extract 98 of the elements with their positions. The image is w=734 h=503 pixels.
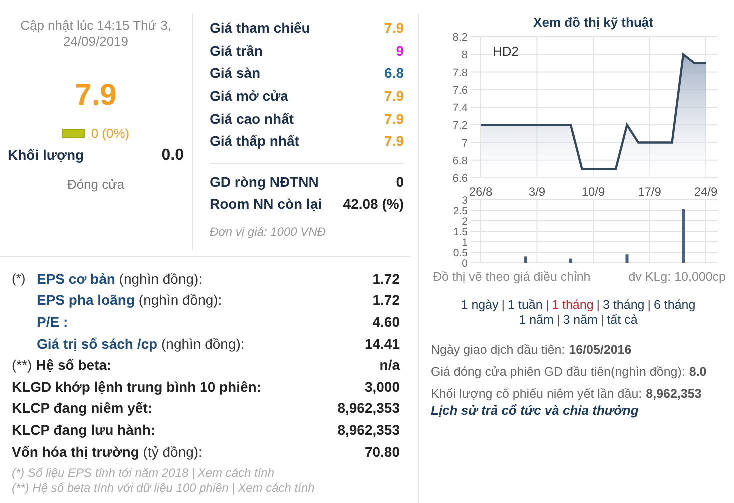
tick-label: 6.6 — [452, 173, 468, 185]
tick-label: 7.6 — [452, 84, 468, 97]
unchanged-icon — [62, 129, 86, 138]
volume-value: 0.0 — [162, 147, 184, 165]
current-price: 7.9 — [75, 79, 117, 113]
price-label: Giá mở cửa — [210, 88, 288, 104]
market-status: Đóng cửa — [67, 177, 125, 192]
stat-label: Vốn hóa thị trường (tỷ đồng): — [12, 444, 204, 460]
price-label: Giá sàn — [210, 65, 261, 82]
stat-label: KLCP đang niêm yết: — [12, 400, 154, 416]
separator: | — [502, 298, 506, 313]
range-link[interactable]: tất cả — [607, 313, 638, 328]
chart-title[interactable]: Xem đồ thị kỹ thuật — [423, 15, 734, 30]
separator: | — [546, 298, 550, 313]
tick-label: 0 — [462, 258, 468, 268]
tick-label: 3/9 — [528, 185, 546, 199]
price-value: 7.9 — [384, 20, 404, 36]
tick-label: 3 — [462, 195, 468, 207]
tick-label: 17/9 — [638, 185, 662, 199]
tick-label: 1.5 — [453, 226, 468, 238]
foreign-value: 42.08 (%) — [343, 196, 404, 212]
tick-label: 6.8 — [452, 155, 468, 168]
price-value: 6.8 — [384, 65, 404, 82]
foreign-label: GD ròng NĐTNN — [210, 174, 319, 190]
stat-value: n/a — [380, 357, 400, 374]
tick-label: 7.2 — [452, 120, 468, 132]
listing-value: 8,962,353 — [646, 387, 702, 401]
stat-value: 70.80 — [364, 444, 400, 460]
stat-label: EPS cơ bản (nghìn đồng): — [37, 270, 204, 287]
separator: | — [596, 298, 600, 313]
volume-bar — [570, 258, 572, 263]
range-link[interactable]: 1 năm — [519, 313, 554, 328]
stat-value: 8,962,353 — [338, 422, 400, 438]
tick-label: 7.4 — [452, 102, 468, 114]
volume-unit: đv KLg: 10,000cp — [628, 270, 726, 284]
range-link[interactable]: 1 ngày — [461, 298, 499, 313]
foreign-value: 0 — [396, 174, 404, 190]
footnote-mark: (**) — [12, 357, 32, 374]
tick-label: 1 — [462, 237, 468, 249]
stat-label: KLCP đang lưu hành: — [12, 422, 157, 438]
price-value: 7.9 — [384, 110, 404, 127]
range-link[interactable]: 6 tháng — [654, 298, 696, 313]
range-link[interactable]: 3 năm — [563, 313, 598, 328]
price-value: 7.9 — [384, 88, 404, 104]
volume-label: Khối lượng — [8, 147, 84, 165]
price-label: Giá trần — [210, 42, 263, 59]
tick-label: 7 — [462, 138, 468, 150]
range-link[interactable]: 1 tháng — [552, 298, 594, 313]
price-value: 9 — [396, 42, 404, 59]
listing-value: 8.0 — [689, 365, 707, 379]
listing-label: Giá đóng cửa phiên GD đầu tiên(nghìn đồng): — [431, 365, 686, 379]
volume-bar — [524, 256, 528, 263]
range-link[interactable]: 3 tháng — [603, 298, 645, 313]
footnote: (**) Hệ số beta tính với dữ liệu 100 phiên — [12, 481, 229, 496]
stat-value: 14.41 — [364, 336, 400, 352]
stat-label: Giá trị sổ sách /cp (nghìn đồng): — [37, 336, 246, 352]
stat-value: 8,962,353 — [338, 400, 400, 416]
tick-label: 0.5 — [453, 248, 468, 260]
price-label: Giá cao nhất — [210, 110, 294, 127]
tick-label: 7.8 — [452, 67, 468, 80]
footnote-mark: (*) — [12, 271, 27, 286]
stat-value: 4.60 — [372, 314, 400, 330]
price-label: Giá tham chiếu — [210, 20, 310, 36]
symbol-label: HD2 — [493, 44, 520, 59]
tick-label: 24/9 — [694, 185, 718, 199]
chart-note: Đồ thị vẽ theo giá điều chỉnh — [433, 270, 591, 284]
tick-label: 8 — [462, 50, 468, 62]
volume-bar — [626, 254, 629, 263]
price-value: 7.9 — [384, 133, 404, 150]
listing-value: 16/05/2016 — [569, 343, 632, 357]
tick-label: 8.2 — [452, 32, 468, 44]
update-time: Cập nhật lúc 14:15 Thứ 3, 24/09/2019 — [20, 18, 172, 50]
tick-label: 2 — [462, 216, 468, 228]
dividend-history-link[interactable]: Lịch sử trả cổ tức và chia thưởng — [431, 403, 734, 418]
stat-label: P/E : — [37, 314, 70, 330]
stat-value: 1.72 — [372, 270, 400, 287]
foreign-label: Room NN còn lại — [210, 196, 322, 212]
separator: | — [648, 298, 651, 313]
separator: | — [600, 313, 604, 328]
price-label: Giá thấp nhất — [210, 133, 300, 150]
separator: | — [192, 466, 195, 482]
unit-note: Đơn vị giá: 1000 VNĐ — [210, 224, 327, 239]
separator: | — [556, 313, 560, 328]
tick-label: 26/8 — [469, 185, 493, 199]
stat-label: KLGD khớp lệnh trung bình 10 phiên: — [12, 378, 262, 395]
stat-label: Hệ số beta: — [36, 357, 113, 374]
footnote: (*) Số liệu EPS tính tới năm 2018 — [12, 466, 189, 482]
stat-value: 1.72 — [372, 292, 400, 308]
tick-label: 2.5 — [453, 206, 468, 218]
volume-bar — [682, 209, 685, 263]
listing-label: Khối lượng cổ phiếu niêm yết lần đầu: — [431, 387, 642, 401]
stat-value: 3,000 — [364, 378, 400, 395]
range-link[interactable]: 1 tuần — [508, 298, 543, 313]
stat-label: EPS pha loãng (nghìn đồng): — [37, 292, 224, 308]
separator: | — [232, 481, 236, 496]
tick-label: 10/9 — [582, 185, 606, 199]
price-change: 0 (0%) — [91, 126, 130, 141]
listing-label: Ngày giao dịch đầu tiên: — [431, 343, 566, 357]
